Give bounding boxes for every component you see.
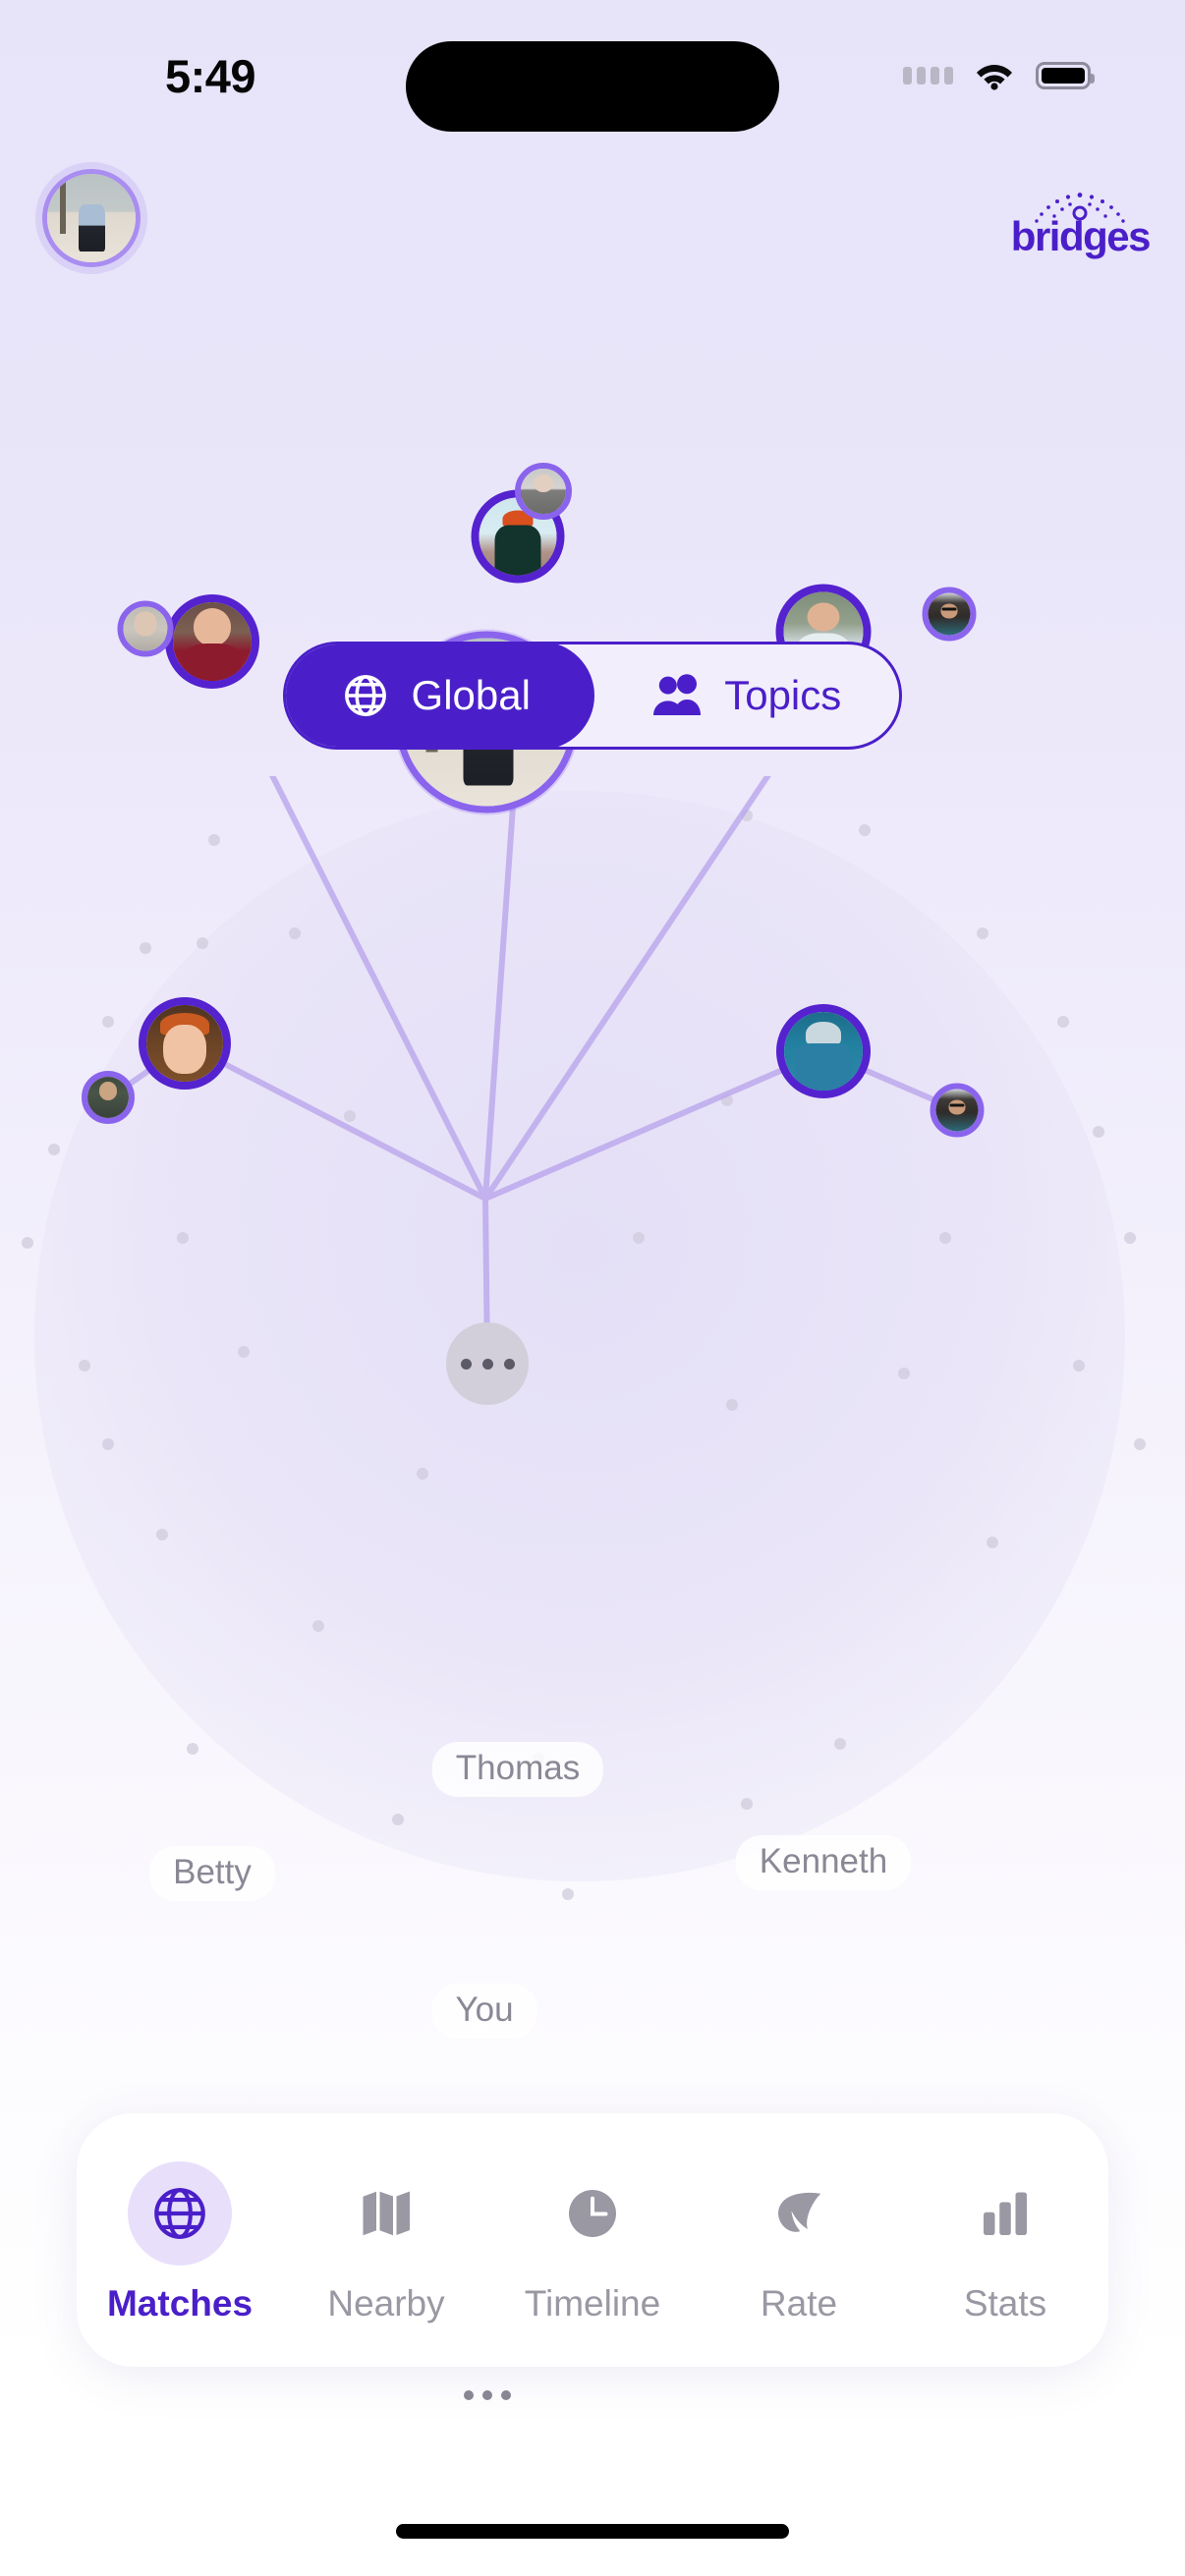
wifi-icon [975, 61, 1014, 90]
bottom-navigation[interactable]: Matches Nearby Timeline Rate Stats [77, 2113, 1108, 2367]
bar-chart-icon [953, 2161, 1057, 2266]
status-bar: 5:49 [0, 0, 1185, 147]
satellite-photo [87, 1077, 129, 1118]
graph-label-you: You [431, 1984, 537, 2039]
node-photo [146, 1005, 223, 1082]
tab-nearby[interactable]: Nearby [283, 2156, 489, 2324]
profile-avatar-button[interactable] [42, 169, 141, 267]
satellite-photo [521, 469, 566, 514]
tab-rate[interactable]: Rate [696, 2156, 902, 2324]
more-dots-icon [460, 1358, 515, 1370]
graph-satellite-grey-man[interactable] [515, 463, 572, 520]
graph-satellite-curly[interactable] [922, 587, 977, 642]
globe-icon [128, 2161, 232, 2266]
app-screen: 5:49 bridges Global Topics You Thomas Be… [0, 0, 1185, 2576]
graph-node-edward[interactable] [776, 1004, 871, 1098]
tab-label-matches: Matches [106, 2283, 254, 2324]
node-photo [173, 602, 252, 681]
tab-stats[interactable]: Stats [902, 2156, 1108, 2324]
graph-satellite-curly-2[interactable] [930, 1083, 985, 1138]
graph-node-thomas-bottom[interactable] [139, 997, 231, 1090]
bridges-arc-icon [1021, 193, 1139, 223]
tab-label-timeline: Timeline [524, 2283, 661, 2324]
toggle-label-topics: Topics [724, 672, 842, 718]
graph-backdrop [34, 791, 1125, 1881]
graph-label-betty: Betty [149, 1846, 275, 1901]
graph-canvas [22, 776, 1146, 1900]
view-mode-toggle[interactable]: Global Topics [283, 642, 902, 750]
graph-label-more [442, 2376, 533, 2417]
tab-timeline[interactable]: Timeline [489, 2156, 696, 2324]
tab-matches[interactable]: Matches [77, 2156, 283, 2324]
more-label-dots-icon [462, 2381, 513, 2409]
graph-label-kenneth: Kenneth [735, 1835, 912, 1890]
dynamic-island [406, 41, 779, 132]
toggle-option-global[interactable]: Global [286, 644, 594, 747]
leaf-icon [747, 2161, 851, 2266]
avatar-photo [47, 174, 136, 262]
graph-node-betty[interactable] [165, 594, 259, 689]
toggle-label-global: Global [411, 672, 531, 718]
graph-satellite-bearded-man[interactable] [82, 1071, 135, 1124]
map-icon [334, 2161, 438, 2266]
match-network-graph[interactable]: You Thomas Betty Kenneth [0, 463, 1185, 2417]
tab-label-nearby: Nearby [327, 2283, 445, 2324]
satellite-photo [935, 1089, 979, 1132]
people-icon [651, 673, 703, 718]
battery-icon [1036, 62, 1095, 89]
toggle-option-topics[interactable]: Topics [594, 644, 900, 747]
home-indicator [396, 2524, 789, 2539]
tab-label-stats: Stats [963, 2283, 1047, 2324]
satellite-photo [928, 592, 971, 636]
status-bar-indicators [903, 61, 1095, 90]
globe-icon [341, 671, 390, 720]
signal-dots-icon [903, 67, 953, 84]
brand-logo: bridges [1011, 193, 1152, 257]
clock-icon [540, 2161, 645, 2266]
tab-label-rate: Rate [760, 2283, 838, 2324]
status-bar-time: 5:49 [165, 50, 256, 102]
graph-satellite-teen-boy[interactable] [117, 600, 174, 657]
satellite-photo [123, 606, 168, 651]
graph-node-more[interactable] [446, 1322, 529, 1405]
graph-label-thomas-top: Thomas [431, 1742, 604, 1797]
node-photo [784, 1012, 863, 1091]
